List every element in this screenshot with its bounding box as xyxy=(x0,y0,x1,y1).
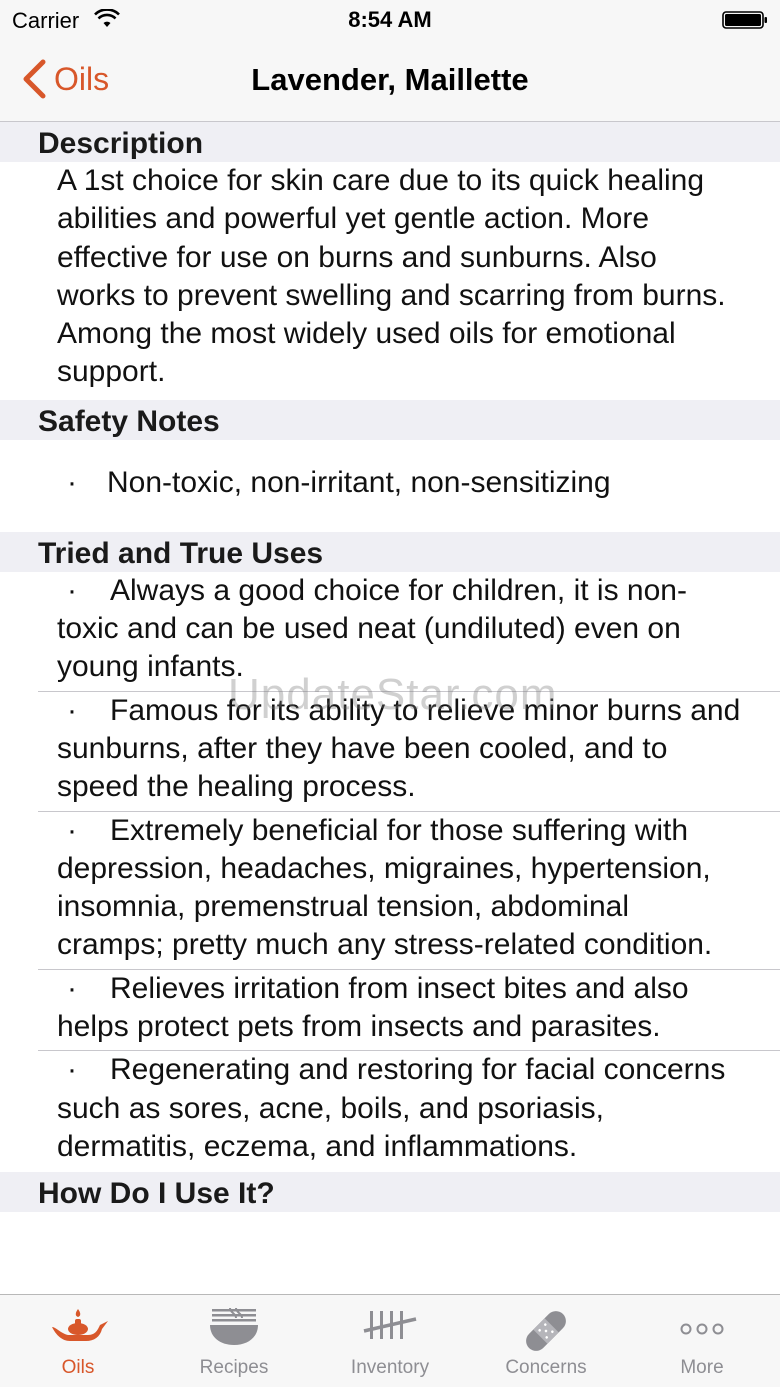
uses-header: Tried and True Uses xyxy=(0,531,780,572)
use-text: Regenerating and restoring for facial co… xyxy=(57,1053,726,1163)
tab-label: More xyxy=(680,1357,724,1378)
tab-label: Oils xyxy=(61,1357,95,1378)
bullet: · xyxy=(67,693,77,727)
bowl-icon xyxy=(210,1307,258,1345)
tab-bar: Oils Recipes Inventory Concerns More xyxy=(0,1294,780,1387)
navigation-bar: Oils Lavender, Maillette xyxy=(0,40,780,122)
use-text: Extremely beneficial for those suffering… xyxy=(57,813,713,962)
page-title: Lavender, Maillette xyxy=(251,62,529,97)
tab-concerns[interactable]: Concerns xyxy=(468,1295,624,1387)
safety-note-item: · Non-toxic, non-irritant, non-sensitizin… xyxy=(57,464,740,502)
clock: 8:54 AM xyxy=(348,7,432,32)
description-text: A 1st choice for skin care due to its qu… xyxy=(57,164,726,389)
tab-label: Concerns xyxy=(505,1357,587,1378)
bullet: · xyxy=(67,465,77,499)
use-text: Famous for its ability to relieve minor … xyxy=(57,693,741,804)
use-item: · Relieves irritation from insect bites a… xyxy=(38,970,780,1052)
use-item: · Always a good choice for children, it i… xyxy=(38,572,780,692)
uses-list: · Always a good choice for children, it i… xyxy=(0,572,780,1172)
oil-lamp-icon xyxy=(52,1309,108,1341)
bullet: · xyxy=(67,573,77,607)
bullet: · xyxy=(67,971,77,1005)
bullet: · xyxy=(67,813,77,847)
status-bar: Carrier 8:54 AM xyxy=(0,0,780,40)
bandage-icon xyxy=(526,1311,566,1351)
more-dots-icon xyxy=(680,1323,724,1335)
use-item: · Famous for its ability to relieve minor… xyxy=(38,692,780,812)
safety-notes-header: Safety Notes xyxy=(0,399,780,440)
tab-inventory[interactable]: Inventory xyxy=(312,1295,468,1387)
bullet: · xyxy=(67,1053,77,1087)
how-to-use-header: How Do I Use It? xyxy=(0,1172,780,1213)
tally-icon xyxy=(363,1311,417,1339)
safety-notes-list: · Non-toxic, non-irritant, non-sensitizin… xyxy=(0,440,780,532)
use-item: · Regenerating and restoring for facial c… xyxy=(38,1051,780,1172)
tab-more[interactable]: More xyxy=(624,1295,780,1387)
tab-label: Inventory xyxy=(350,1357,430,1378)
use-item: · Extremely beneficial for those sufferin… xyxy=(38,812,780,970)
tab-oils[interactable]: Oils xyxy=(0,1295,156,1387)
tab-label: Recipes xyxy=(199,1357,269,1378)
tab-recipes[interactable]: Recipes xyxy=(156,1295,312,1387)
description-header: Description xyxy=(0,122,780,162)
safety-note-text: Non-toxic, non-irritant, non-sensitizing xyxy=(107,465,611,499)
use-text: Always a good choice for children, it is… xyxy=(57,573,687,684)
oil-detail-content[interactable]: Description A 1st choice for skin care d… xyxy=(0,122,780,1294)
battery-icon xyxy=(722,11,767,29)
use-text: Relieves irritation from insect bites an… xyxy=(57,971,689,1044)
